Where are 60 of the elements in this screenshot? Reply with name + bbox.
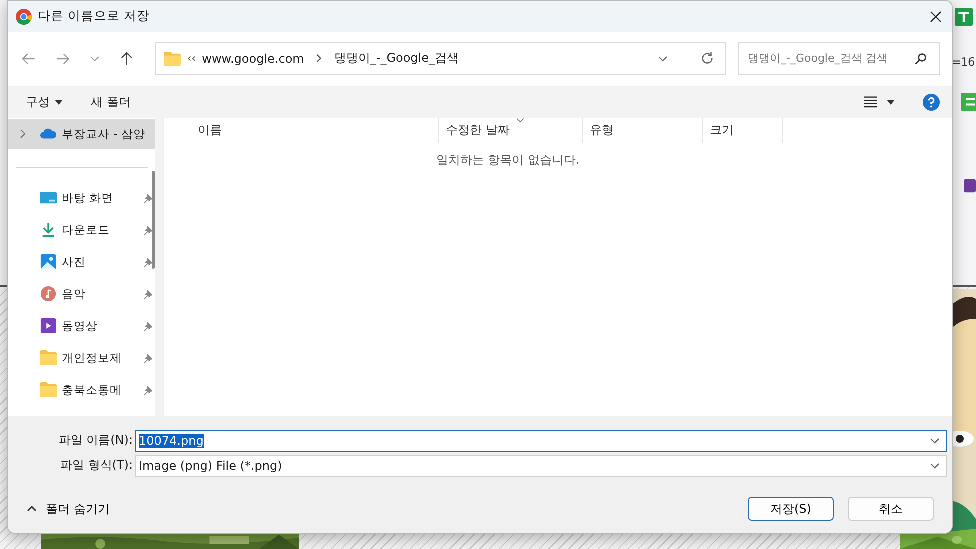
pin-icon[interactable] [143, 192, 154, 204]
forward-arrow-icon[interactable] [56, 52, 70, 66]
pin-icon[interactable] [143, 256, 154, 268]
chevron-down-icon [516, 118, 525, 123]
browser-icon [16, 8, 32, 24]
refresh-icon[interactable] [700, 51, 715, 66]
sidebar-item[interactable]: 개인정보제 [8, 342, 155, 374]
sidebar-item[interactable]: 동영상 [8, 310, 155, 342]
file-type-dropdown[interactable]: Image (png) File (*.png) [135, 454, 947, 476]
pin-icon[interactable] [143, 224, 154, 236]
caret-icon [55, 100, 63, 104]
search-field[interactable]: 댕댕이_-_Google_검색 검색 [738, 42, 940, 75]
address-bar[interactable]: ‹‹ www.google.com 댕댕이_-_Google_검색 [155, 42, 726, 75]
new-folder-button[interactable]: 새 폴더 [85, 92, 137, 112]
sidebar-item[interactable]: 충북소통메 [8, 374, 155, 406]
desktop-icon [40, 190, 57, 206]
play-icon [40, 318, 57, 334]
sidebar-item[interactable]: 다운로드 [8, 214, 155, 246]
file-name-field[interactable]: 10074.png [135, 430, 947, 452]
sidebar-item[interactable]: 바탕 화면 [8, 182, 155, 214]
pin-icon[interactable] [143, 352, 154, 364]
chevron-right-icon[interactable] [316, 54, 322, 63]
folder-icon [164, 52, 182, 66]
pin-icon[interactable] [143, 320, 154, 332]
chevron-up-icon [27, 506, 37, 512]
sidebar-item[interactable]: 부장교사 - 삼양 [8, 119, 155, 149]
back-arrow-icon[interactable] [22, 52, 36, 66]
column-header[interactable]: 이름 [164, 118, 439, 143]
column-header[interactable]: 크기 [703, 118, 783, 143]
scrollbar[interactable] [152, 171, 155, 269]
zoom-text: =16 [952, 55, 975, 69]
sidebar-item[interactable]: 음악 [8, 278, 155, 310]
field-label: 파일 이름(N): [58, 432, 133, 449]
chevron-down-icon[interactable] [658, 56, 668, 62]
breadcrumb[interactable]: www.google.com [202, 52, 304, 66]
field-label: 파일 형식(T): [59, 457, 133, 474]
hide-folders-button[interactable]: 폴더 숨기기 [21, 500, 116, 518]
column-header[interactable]: 수정한 날짜 [439, 118, 583, 143]
search-icon[interactable] [915, 53, 927, 65]
window-title: 다른 이름으로 저장 [38, 8, 150, 25]
music-note-icon [40, 286, 57, 302]
folder-icon [40, 382, 57, 398]
column-header[interactable]: 유형 [583, 118, 703, 143]
pin-icon[interactable] [143, 384, 154, 396]
empty-message: 일치하는 항목이 없습니다. [435, 152, 581, 169]
breadcrumb[interactable]: 댕댕이_-_Google_검색 [334, 50, 460, 67]
sidebar-item[interactable]: 사진 [8, 246, 155, 278]
close-icon[interactable] [930, 10, 942, 22]
folder-icon [40, 350, 57, 366]
caret-icon [887, 100, 895, 104]
picture-icon [40, 254, 57, 270]
list-view-icon [864, 96, 877, 108]
cancel-button[interactable]: 취소 [848, 497, 934, 521]
organize-menu[interactable]: 구성 [20, 92, 69, 112]
save-button[interactable]: 저장(S) [748, 497, 834, 521]
up-arrow-icon[interactable] [120, 52, 134, 66]
pin-icon[interactable] [143, 288, 154, 300]
overflow-marker[interactable]: ‹‹ [187, 52, 196, 65]
help-icon[interactable] [923, 94, 940, 110]
download-icon [40, 222, 57, 238]
